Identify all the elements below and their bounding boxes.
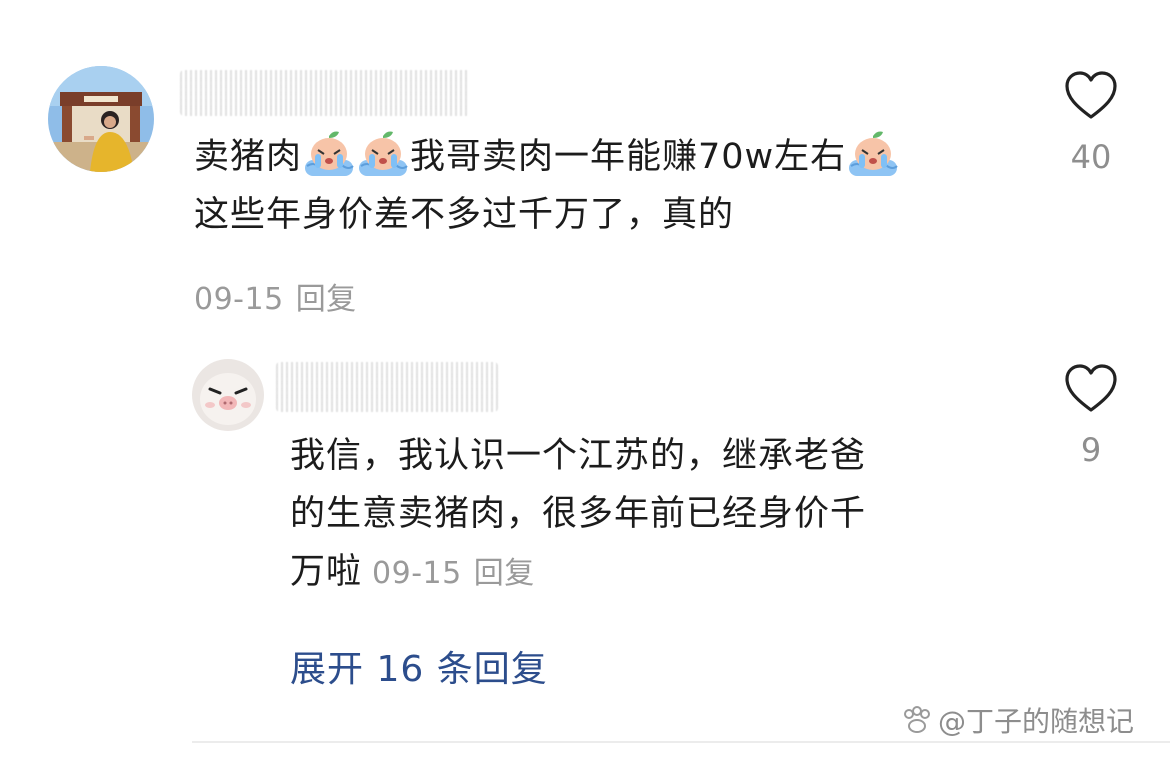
like-count: 40 bbox=[1070, 138, 1112, 176]
comment-line-2: 这些年身价差不多过千万了，真的 bbox=[194, 195, 735, 235]
crying-peach-emoji-icon bbox=[357, 130, 409, 178]
reply-text-segment: 万啦 bbox=[290, 552, 363, 592]
crying-peach-emoji-icon bbox=[847, 130, 899, 178]
commenter-username-blurred[interactable] bbox=[180, 70, 470, 116]
reply-like[interactable]: 9 bbox=[1056, 363, 1126, 469]
reply-line-3: 万啦 09-15 回复 bbox=[290, 543, 1010, 603]
like-count: 9 bbox=[1080, 431, 1102, 469]
reply-body: 我信，我认识一个江苏的，继承老爸 的生意卖猪肉，很多年前已经身价千 万啦 09-1… bbox=[290, 427, 1010, 603]
comment-date: 09-15 bbox=[194, 282, 284, 317]
reply-line-2: 的生意卖猪肉，很多年前已经身价千 bbox=[290, 494, 867, 534]
comment-text-segment: 卖猪肉 bbox=[194, 137, 303, 177]
reply-button[interactable]: 回复 bbox=[296, 282, 357, 317]
watermark: @丁子的随想记 bbox=[900, 700, 1134, 740]
heart-icon[interactable] bbox=[1064, 70, 1118, 122]
comment-meta: 09-15 回复 bbox=[194, 274, 357, 318]
crying-peach-emoji-icon bbox=[303, 130, 355, 178]
expand-replies-button[interactable]: 展开 16 条回复 bbox=[290, 640, 548, 692]
replier-avatar[interactable] bbox=[192, 359, 264, 431]
divider bbox=[192, 741, 1170, 743]
comment-body: 卖猪肉 我哥卖肉一年能赚70w左右 这些年身价差不多过千万了，真的 bbox=[194, 128, 1054, 244]
reply-button[interactable]: 回复 bbox=[474, 556, 535, 591]
comment-thread: 卖猪肉 我哥卖肉一年能赚70w左右 这些年身价差不多过千万了，真的 09-15 回复… bbox=[0, 0, 1170, 764]
comment-like[interactable]: 40 bbox=[1056, 70, 1126, 176]
replier-username-blurred[interactable] bbox=[276, 362, 498, 412]
comment-text-segment: 我哥卖肉一年能赚70w左右 bbox=[410, 137, 847, 177]
reply-meta: 09-15 回复 bbox=[372, 556, 535, 591]
reply-date: 09-15 bbox=[372, 556, 462, 591]
comment-line-1: 卖猪肉 我哥卖肉一年能赚70w左右 bbox=[194, 128, 1054, 186]
commenter-avatar[interactable] bbox=[48, 66, 154, 172]
heart-icon[interactable] bbox=[1064, 363, 1118, 415]
paw-icon bbox=[904, 706, 930, 733]
reply-line-1: 我信，我认识一个江苏的，继承老爸 bbox=[290, 436, 867, 476]
watermark-text: @丁子的随想记 bbox=[938, 705, 1135, 738]
